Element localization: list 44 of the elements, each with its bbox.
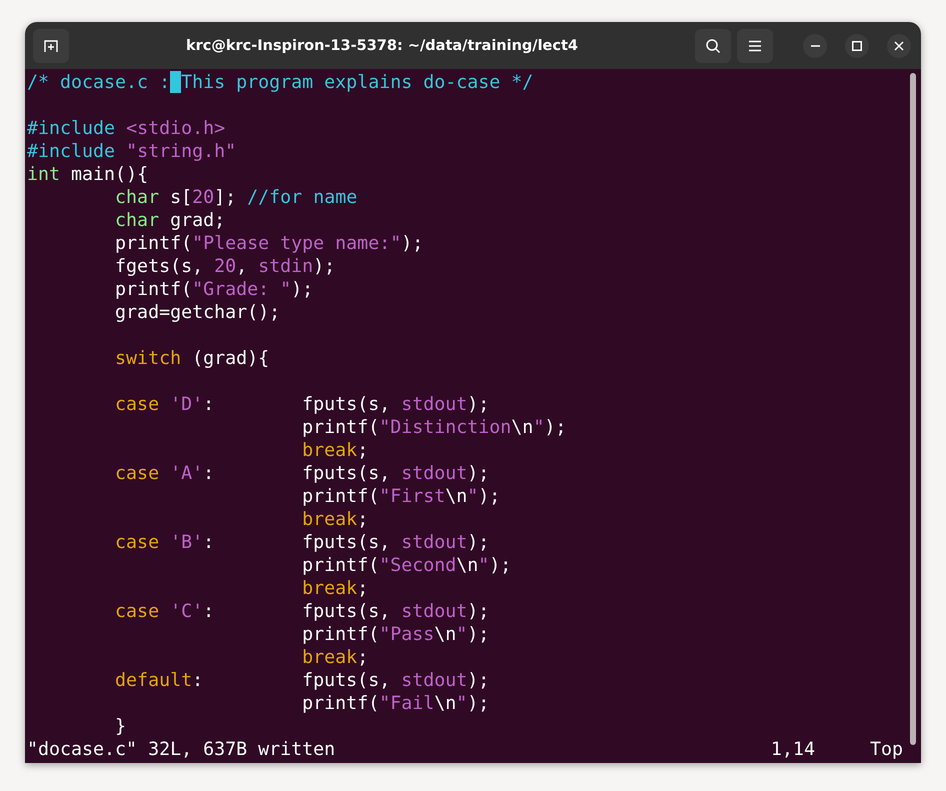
close-button[interactable]: [887, 34, 911, 58]
code-line: #include <stdio.h>: [27, 117, 226, 140]
code-line: switch (grad){: [114, 347, 270, 370]
code-line: #include "string.h": [27, 140, 238, 163]
menu-button[interactable]: [737, 28, 773, 62]
code-line: case 'D': fputs(s, stdout);: [114, 393, 490, 416]
new-tab-icon: [43, 38, 59, 54]
text-cursor: [170, 71, 182, 93]
code-line: break;: [301, 439, 370, 462]
code-line: printf("Fail\n");: [301, 692, 490, 715]
code-line: fgets(s, 20, stdin);: [114, 255, 336, 278]
minimize-icon: [810, 44, 820, 46]
code-line: char grad;: [114, 209, 226, 232]
search-button[interactable]: [695, 28, 731, 62]
code-line: int main(){: [27, 163, 150, 186]
code-line: case 'A': fputs(s, stdout);: [114, 462, 490, 485]
code-line: char s[20]; //for name: [114, 186, 358, 209]
code-line: printf("First\n");: [301, 485, 502, 508]
close-icon: [894, 40, 904, 50]
search-icon: [705, 38, 721, 54]
code-line: break;: [301, 508, 370, 531]
status-message: "docase.c" 32L, 637B written: [27, 739, 336, 760]
code-line: /* docase.c : This program explains do-case */: [27, 71, 534, 94]
minimize-button[interactable]: [803, 34, 827, 58]
code-line: break;: [301, 646, 370, 669]
code-line: break;: [301, 577, 370, 600]
code-line: printf("Please type name:");: [114, 232, 424, 255]
code-line: case 'B': fputs(s, stdout);: [114, 531, 490, 554]
code-line: }: [114, 715, 128, 738]
scrollbar-thumb[interactable]: [910, 73, 916, 745]
code-line: printf("Second\n");: [301, 554, 512, 577]
code-line: printf("Pass\n");: [301, 623, 490, 646]
code-line: printf("Distinction\n");: [301, 416, 568, 439]
window-title: krc@krc-Inspiron-13-5378: ~/data/training/lect4: [184, 38, 580, 54]
code-line: printf("Grade: ");: [114, 278, 314, 301]
menu-icon: [748, 40, 762, 52]
new-tab-button[interactable]: [33, 28, 69, 62]
maximize-icon: [852, 40, 862, 50]
scroll-position: Top: [870, 738, 903, 761]
cursor-position: 1,14: [770, 739, 815, 760]
code-line: grad=getchar();: [114, 301, 282, 324]
code-line: case 'C': fputs(s, stdout);: [114, 600, 490, 623]
maximize-button[interactable]: [845, 34, 869, 58]
code-line: default: fputs(s, stdout);: [114, 669, 490, 692]
